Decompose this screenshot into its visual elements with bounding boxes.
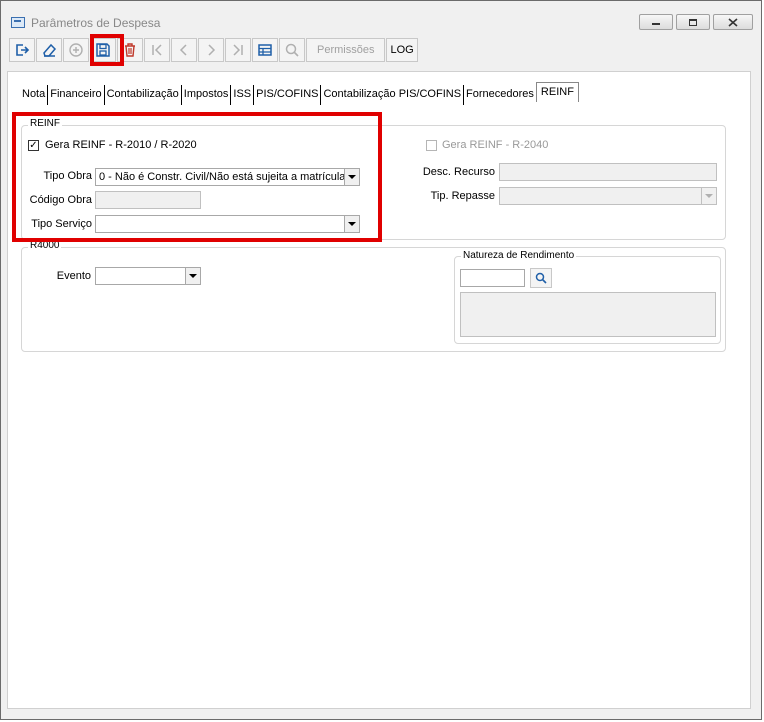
tip-repasse-select[interactable] <box>499 187 717 205</box>
permissions-button[interactable]: Permissões <box>306 38 386 62</box>
search-icon <box>535 272 547 284</box>
tab-contabilizacao[interactable]: Contabilização <box>105 85 182 105</box>
reinf-section-highlight <box>12 112 382 242</box>
gera-reinf-2040-checkbox[interactable] <box>426 140 437 151</box>
search-button[interactable] <box>279 38 305 62</box>
trash-icon <box>125 43 135 57</box>
add-button[interactable] <box>63 38 89 62</box>
close-button[interactable] <box>713 14 753 30</box>
natureza-description-field[interactable] <box>460 292 716 337</box>
minimize-button[interactable] <box>639 14 673 30</box>
title-bar: Parâmetros de Despesa <box>1 1 761 35</box>
window-title: Parâmetros de Despesa <box>31 16 161 30</box>
window: Parâmetros de Despesa Permissões LOG Not… <box>0 0 762 720</box>
chevron-left-icon <box>179 44 187 56</box>
plus-circle-icon <box>69 43 83 57</box>
chevron-down-icon <box>185 268 200 284</box>
save-button-highlight <box>90 34 124 66</box>
first-record-button[interactable] <box>144 38 170 62</box>
restore-icon <box>689 18 697 26</box>
tab-pis-cofins[interactable]: PIS/COFINS <box>254 85 322 105</box>
tab-contabilizacao-pis-cofins[interactable]: Contabilização PIS/COFINS <box>321 85 465 105</box>
grid-view-button[interactable] <box>252 38 278 62</box>
natureza-search-button[interactable] <box>530 268 552 288</box>
tab-bar: Nota Financeiro Contabilização Impostos … <box>20 82 579 105</box>
tab-nota[interactable]: Nota <box>20 85 49 105</box>
toolbar: Permissões LOG <box>9 38 419 64</box>
exit-button[interactable] <box>9 38 35 62</box>
chevron-down-icon <box>701 188 716 204</box>
clear-button[interactable] <box>36 38 62 62</box>
search-icon <box>285 43 299 57</box>
last-record-button[interactable] <box>225 38 251 62</box>
previous-record-button[interactable] <box>171 38 197 62</box>
exit-icon <box>16 44 30 56</box>
desc-recurso-field[interactable] <box>499 163 717 181</box>
chevron-right-icon <box>208 44 216 56</box>
next-record-button[interactable] <box>198 38 224 62</box>
tab-iss[interactable]: ISS <box>231 85 255 105</box>
eraser-icon <box>43 43 57 57</box>
maximize-button[interactable] <box>676 14 710 30</box>
first-icon <box>152 44 162 56</box>
tab-reinf[interactable]: REINF <box>535 82 579 102</box>
tip-repasse-label: Tip. Repasse <box>430 190 495 202</box>
tab-fornecedores[interactable]: Fornecedores <box>464 85 536 105</box>
natureza-code-field[interactable] <box>460 269 525 287</box>
gera-reinf-2040-label: Gera REINF - R-2040 <box>442 139 549 151</box>
natureza-rendimento-label: Natureza de Rendimento <box>461 250 577 261</box>
tab-impostos[interactable]: Impostos <box>182 85 232 105</box>
desc-recurso-label: Desc. Recurso <box>422 166 495 178</box>
table-icon <box>258 44 272 56</box>
close-icon <box>728 17 738 27</box>
window-icon <box>11 17 25 28</box>
window-controls <box>639 14 753 30</box>
tab-financeiro[interactable]: Financeiro <box>48 85 105 105</box>
evento-label: Evento <box>56 270 91 282</box>
log-button[interactable]: LOG <box>386 38 418 62</box>
last-icon <box>233 44 243 56</box>
evento-select[interactable] <box>95 267 201 285</box>
minimize-icon <box>652 23 660 25</box>
